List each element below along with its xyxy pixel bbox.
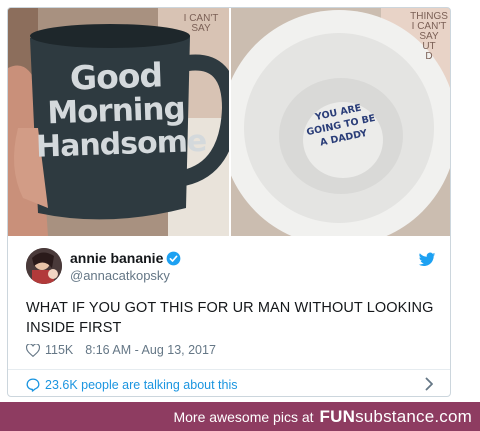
divider — [8, 369, 450, 370]
footer-brand-bold: FUN — [319, 406, 356, 426]
footer-brand[interactable]: FUNsubstance.com — [320, 407, 472, 427]
conversation-link[interactable]: 23.6K people are talking about this — [26, 376, 238, 394]
shelf-text-line: SAY — [191, 23, 211, 34]
footer-text: More awesome pics at — [173, 408, 314, 425]
talking-count-text[interactable]: 23.6K people are talking about this — [45, 378, 238, 392]
twitter-bird-icon[interactable] — [418, 252, 436, 268]
tweet-card[interactable]: I CAN'T SAY Good Morning Handsome THINGS… — [7, 7, 451, 397]
photo-good-morning-mug[interactable]: I CAN'T SAY Good Morning Handsome — [8, 8, 229, 236]
tweet-text: WHAT IF YOU GOT THIS FOR UR MAN WITHOUT … — [26, 300, 434, 336]
chevron-right-icon[interactable] — [425, 377, 434, 391]
display-name[interactable]: annie bananie — [70, 250, 163, 266]
tweet-media[interactable]: I CAN'T SAY Good Morning Handsome THINGS… — [8, 8, 450, 236]
shelf-text-line: D — [425, 51, 433, 62]
avatar[interactable] — [26, 248, 62, 284]
tweet-meta: 115K 8:16 AM - Aug 13, 2017 — [26, 341, 216, 359]
mug-text-handsome: Handsome — [35, 123, 207, 165]
watermark-footer: More awesome pics at FUNsubstance.com — [0, 402, 480, 431]
like-count[interactable]: 115K — [45, 343, 73, 357]
verified-badge-icon — [166, 251, 181, 266]
photo-mug-inside[interactable]: THINGS I CAN'T SAY UT D YOU ARE GOING TO… — [231, 8, 450, 236]
user-handle[interactable]: @annacatkopsky — [70, 268, 170, 283]
footer-brand-rest: substance.com — [355, 406, 472, 426]
tweet-header: annie bananie @annacatkopsky — [26, 248, 436, 288]
tweet-timestamp[interactable]: 8:16 AM - Aug 13, 2017 — [85, 343, 216, 357]
avatar-image — [26, 248, 62, 284]
heart-icon[interactable] — [26, 343, 40, 357]
speech-bubble-icon — [26, 378, 40, 392]
